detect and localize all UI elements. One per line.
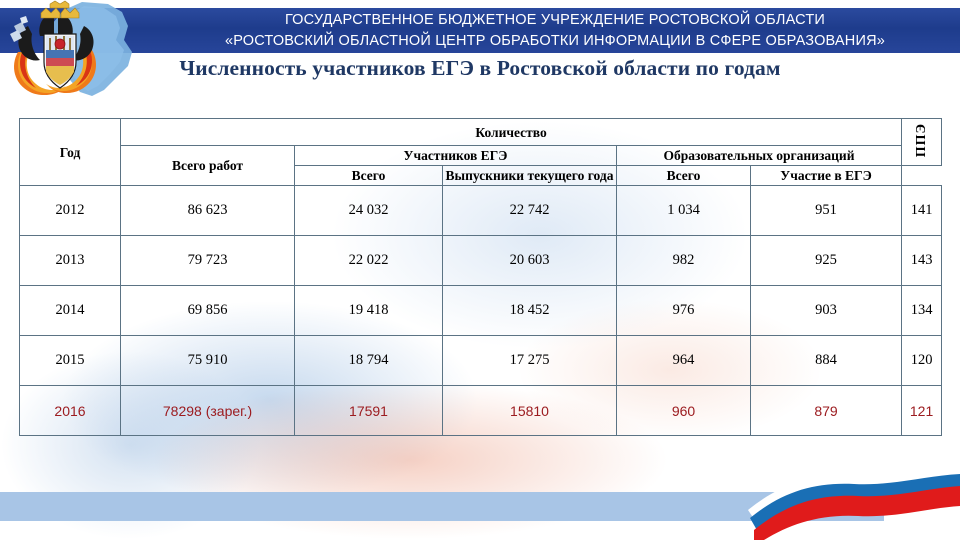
cell-ppe: 141 <box>901 185 943 236</box>
cell-year: 2015 <box>19 335 121 386</box>
cell-participants-total: 22 022 <box>294 235 443 286</box>
cell-organizations-total: 982 <box>616 235 751 286</box>
column-header-organizations-in-ege: Участие в ЕГЭ <box>749 165 903 186</box>
cell-organizations-in-ege: 879 <box>749 385 903 436</box>
ege-participants-table: Год Количество ППЭ Всего работ Участнико… <box>19 118 943 436</box>
cell-ppe: 121 <box>901 385 943 436</box>
column-header-total-works: Всего работ <box>120 145 295 186</box>
cell-year: 2016 <box>19 385 121 436</box>
cell-organizations-in-ege: 925 <box>749 235 903 286</box>
cell-participants-graduates: 15810 <box>442 385 617 436</box>
cell-organizations-total: 964 <box>616 335 751 386</box>
header-row-2: Всего работ Участников ЕГЭ Образовательн… <box>20 145 942 186</box>
cell-ppe: 143 <box>901 235 943 286</box>
column-header-organizations-total: Всего <box>616 165 751 186</box>
cell-organizations-in-ege: 951 <box>749 185 903 236</box>
organization-banner-text: ГОСУДАРСТВЕННОЕ БЮДЖЕТНОЕ УЧРЕЖДЕНИЕ РОС… <box>150 8 960 53</box>
column-header-ppe-label: ППЭ <box>914 123 930 158</box>
cell-total-works: 69 856 <box>120 285 295 336</box>
table-row: 2012 86 623 24 032 22 742 1 034 951 141 <box>19 185 943 236</box>
header-row-1: Год Количество ППЭ <box>19 118 943 186</box>
cell-participants-graduates: 22 742 <box>442 185 617 236</box>
cell-organizations-total: 960 <box>616 385 751 436</box>
cell-participants-total: 17591 <box>294 385 443 436</box>
table-row-highlighted: 2016 78298 (зарег.) 17591 15810 960 879 … <box>19 385 943 436</box>
column-header-ppe: ППЭ <box>901 118 943 166</box>
cell-organizations-total: 1 034 <box>616 185 751 236</box>
cell-organizations-in-ege: 884 <box>749 335 903 386</box>
cell-organizations-total: 976 <box>616 285 751 336</box>
page-title: Численность участников ЕГЭ в Ростовской … <box>179 56 781 80</box>
cell-year: 2012 <box>19 185 121 236</box>
column-header-quantity: Количество <box>119 118 903 146</box>
table-row: 2015 75 910 18 794 17 275 964 884 120 <box>19 335 943 386</box>
table-row: 2013 79 723 22 022 20 603 982 925 143 <box>19 235 943 286</box>
rostov-oblast-coat-of-arms-icon <box>0 0 160 108</box>
cell-organizations-in-ege: 903 <box>749 285 903 336</box>
cell-participants-total: 24 032 <box>294 185 443 236</box>
table-row: 2014 69 856 19 418 18 452 976 903 134 <box>19 285 943 336</box>
cell-total-works: 79 723 <box>120 235 295 286</box>
cell-participants-graduates: 18 452 <box>442 285 617 336</box>
column-header-year: Год <box>19 118 121 186</box>
cell-ppe: 120 <box>901 335 943 386</box>
column-header-participants: Участников ЕГЭ <box>294 145 617 166</box>
cell-year: 2013 <box>19 235 121 286</box>
cell-total-works: 78298 (зарег.) <box>120 385 295 436</box>
cell-year: 2014 <box>19 285 121 336</box>
table-body: 2012 86 623 24 032 22 742 1 034 951 141 … <box>19 185 943 436</box>
cell-participants-total: 19 418 <box>294 285 443 336</box>
cell-total-works: 86 623 <box>120 185 295 236</box>
ege-participants-table-wrapper: Год Количество ППЭ Всего работ Участнико… <box>19 118 943 436</box>
column-header-organizations: Образовательных организаций <box>615 145 903 166</box>
column-header-participants-graduates: Выпускники текущего года <box>442 165 617 186</box>
cell-participants-graduates: 17 275 <box>442 335 617 386</box>
cell-participants-graduates: 20 603 <box>442 235 617 286</box>
table-header: Год Количество ППЭ Всего работ Участнико… <box>19 118 943 186</box>
cell-ppe: 134 <box>901 285 943 336</box>
page-header: ГОСУДАРСТВЕННОЕ БЮДЖЕТНОЕ УЧРЕЖДЕНИЕ РОС… <box>0 0 960 108</box>
column-header-participants-total: Всего <box>294 165 443 186</box>
russian-flag-ribbon-icon <box>740 466 960 540</box>
cell-total-works: 75 910 <box>120 335 295 386</box>
banner-line-1: ГОСУДАРСТВЕННОЕ БЮДЖЕТНОЕ УЧРЕЖДЕНИЕ РОС… <box>284 11 826 28</box>
banner-line-2: «РОСТОВСКИЙ ОБЛАСТНОЙ ЦЕНТР ОБРАБОТКИ ИН… <box>224 32 886 49</box>
cell-participants-total: 18 794 <box>294 335 443 386</box>
